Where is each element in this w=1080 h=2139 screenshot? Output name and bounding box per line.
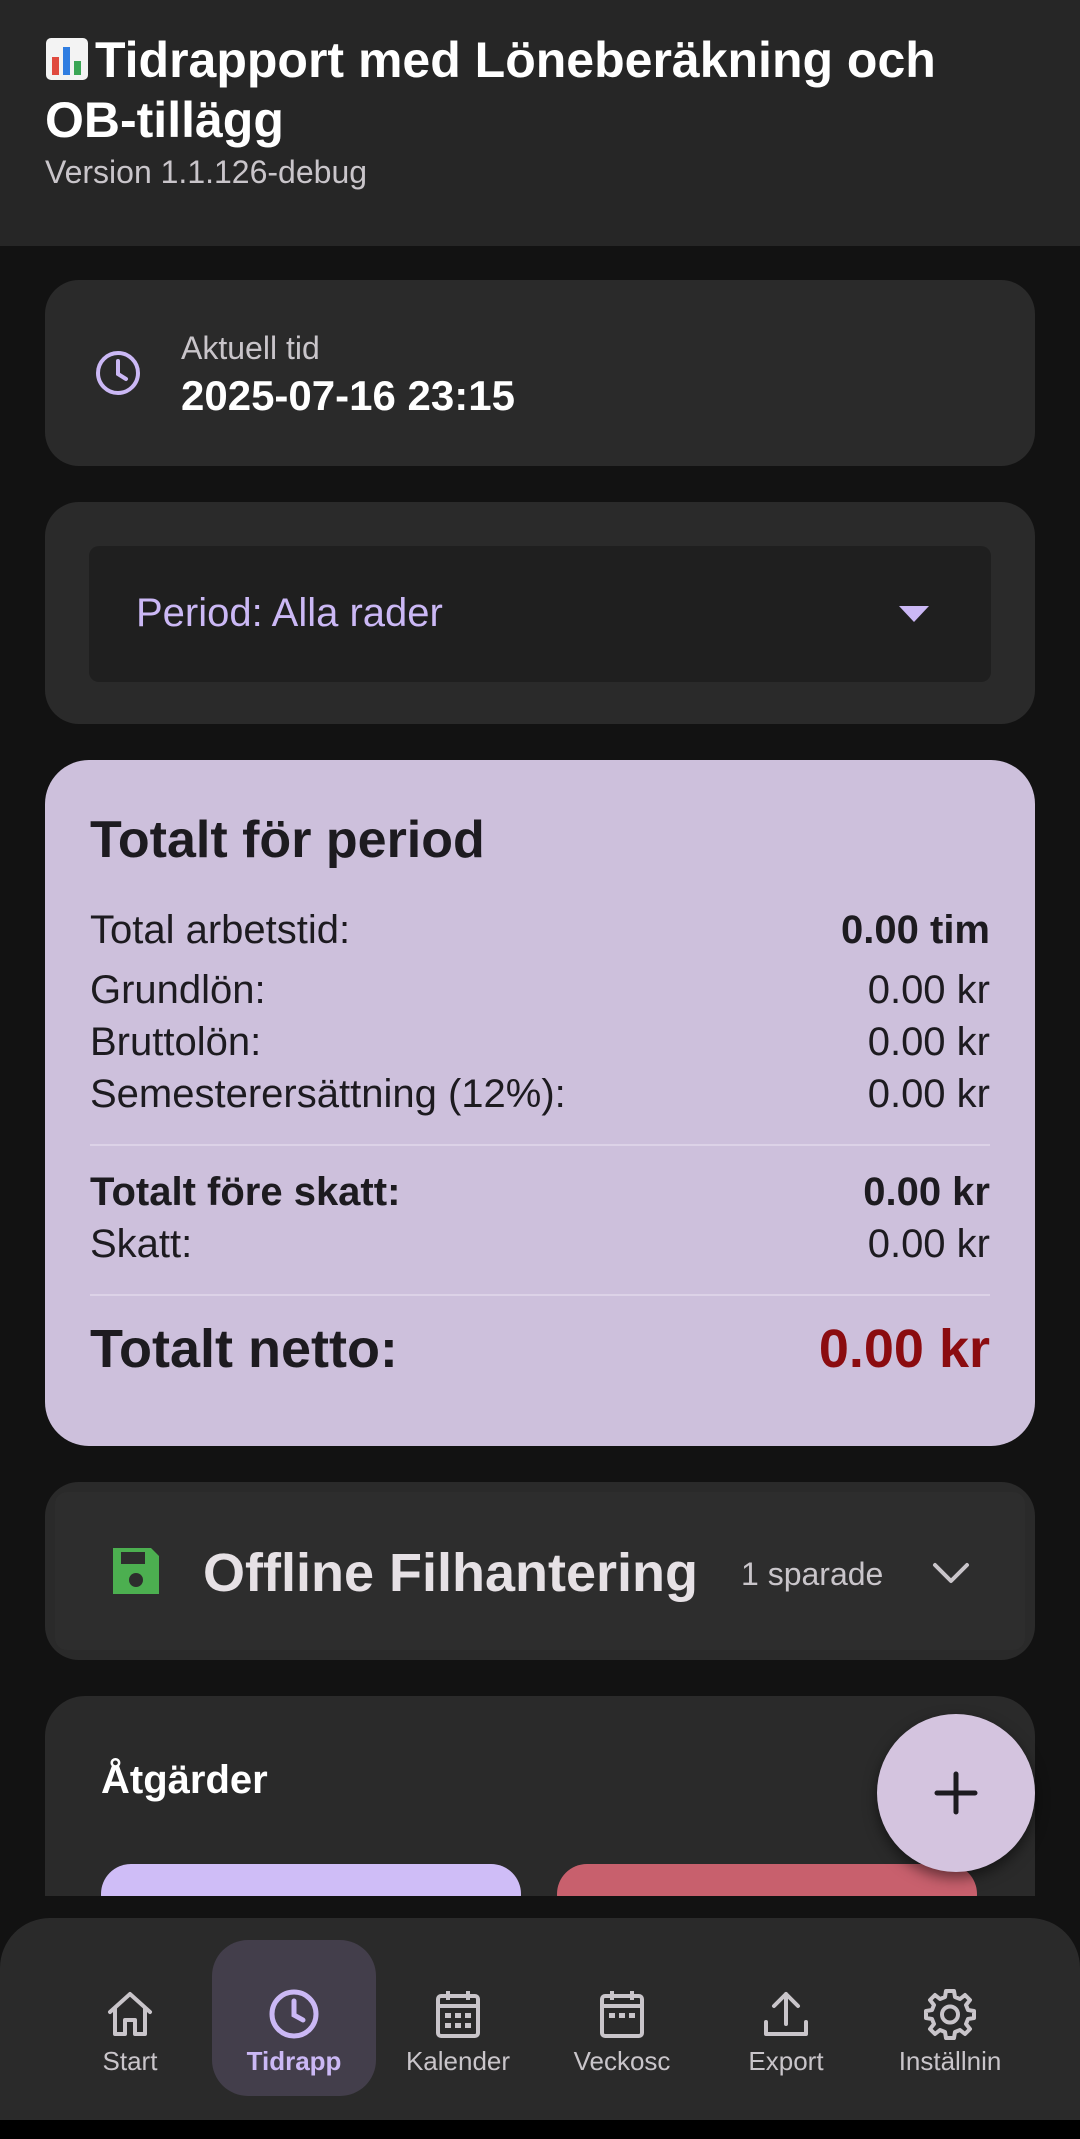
totals-card: Totalt för period Total arbetstid: 0.00 …: [45, 760, 1035, 1446]
nav-label-installningar: Inställnin: [898, 2046, 1002, 2076]
save-icon: [113, 1548, 159, 1594]
clock-icon: [96, 351, 140, 395]
tax-label: Skatt:: [90, 1222, 193, 1266]
nav-item-installningar[interactable]: Inställnin: [868, 1940, 1032, 2096]
total-worktime-row: Total arbetstid: 0.00 tim: [90, 904, 990, 956]
clock-icon: [269, 1989, 319, 2039]
total-worktime-value: 0.00 tim: [841, 908, 990, 952]
current-time-label: Aktuell tid: [181, 330, 320, 366]
current-time-value: 2025-07-16 23:15: [181, 372, 515, 419]
offline-saved-count: 1 sparade: [741, 1556, 884, 1592]
offline-card: Offline Filhantering 1 sparade: [45, 1482, 1035, 1660]
nav-label-kalender: Kalender: [405, 2046, 511, 2076]
vacation-pay-label: Semesterersättning (12%):: [90, 1072, 566, 1116]
offline-header[interactable]: Offline Filhantering 1 sparade: [55, 1492, 1025, 1650]
offline-title: Offline Filhantering: [203, 1543, 698, 1603]
period-selected-value: Period: Alla rader: [136, 591, 443, 635]
total-net-label: Totalt netto:: [90, 1319, 398, 1379]
nav-label-tidrapp: Tidrapp: [246, 2046, 342, 2076]
plus-icon: [934, 1771, 978, 1815]
nav-item-veckoschema[interactable]: Veckosc: [540, 1940, 704, 2096]
upload-icon: [764, 1992, 808, 2036]
calendar-icon: [436, 1991, 480, 2038]
gross-salary-value: 0.00 kr: [867, 1020, 990, 1064]
gross-salary-row: Bruttolön: 0.00 kr: [90, 1016, 990, 1068]
period-dropdown[interactable]: Period: Alla rader: [89, 546, 991, 682]
total-before-tax-row: Totalt före skatt: 0.00 kr: [90, 1166, 990, 1218]
divider: [90, 1294, 990, 1296]
total-worktime-label: Total arbetstid:: [90, 908, 351, 952]
nav-label-export: Export: [748, 2046, 824, 2076]
period-card: Period: Alla rader: [45, 502, 1035, 724]
gear-icon: [924, 1989, 976, 2040]
chevron-down-icon[interactable]: [931, 1560, 971, 1586]
divider: [90, 1144, 990, 1146]
tax-row: Skatt: 0.00 kr: [90, 1218, 990, 1270]
app-title: Tidrapport med Löneberäkning och OB-till…: [45, 32, 936, 148]
app-title-row: Tidrapport med Löneberäkning och OB-till…: [45, 30, 1035, 150]
nav-item-export[interactable]: Export: [704, 1940, 868, 2096]
bar-chart-icon: [46, 38, 88, 80]
totals-title: Totalt för period: [90, 811, 485, 869]
bottom-navigation: Start Tidrapp Kalender Veckosc Export In…: [0, 1918, 1080, 2120]
base-salary-value: 0.00 kr: [867, 968, 990, 1012]
primary-action-button[interactable]: [101, 1864, 521, 1896]
add-entry-fab[interactable]: [877, 1714, 1035, 1872]
total-before-tax-value: 0.00 kr: [863, 1170, 990, 1214]
app-bar: Tidrapport med Löneberäkning och OB-till…: [0, 0, 1080, 246]
total-net-value: 0.00 kr: [818, 1319, 990, 1379]
nav-item-kalender[interactable]: Kalender: [376, 1940, 540, 2096]
total-before-tax-label: Totalt före skatt:: [90, 1170, 401, 1214]
gross-salary-label: Bruttolön:: [90, 1020, 262, 1064]
base-salary-row: Grundlön: 0.00 kr: [90, 964, 990, 1016]
home-icon: [108, 1992, 152, 2036]
nav-item-start[interactable]: Start: [48, 1940, 212, 2096]
dropdown-arrow-icon: [899, 606, 929, 622]
danger-action-button[interactable]: [557, 1864, 977, 1896]
tax-value: 0.00 kr: [867, 1222, 990, 1266]
system-gesture-bar: [0, 2120, 1080, 2139]
vacation-pay-value: 0.00 kr: [867, 1072, 990, 1116]
nav-label-veckoschema: Veckosc: [573, 2046, 671, 2076]
nav-label-start: Start: [102, 2046, 158, 2076]
base-salary-label: Grundlön:: [90, 968, 266, 1012]
actions-title: Åtgärder: [101, 1758, 268, 1802]
app-version: Version 1.1.126-debug: [45, 154, 368, 190]
total-net-row: Totalt netto: 0.00 kr: [90, 1316, 990, 1382]
vacation-pay-row: Semesterersättning (12%): 0.00 kr: [90, 1068, 990, 1120]
current-time-card: Aktuell tid 2025-07-16 23:15: [45, 280, 1035, 466]
calendar-icon: [600, 1991, 644, 2038]
nav-item-tidrapp[interactable]: Tidrapp: [212, 1940, 376, 2096]
